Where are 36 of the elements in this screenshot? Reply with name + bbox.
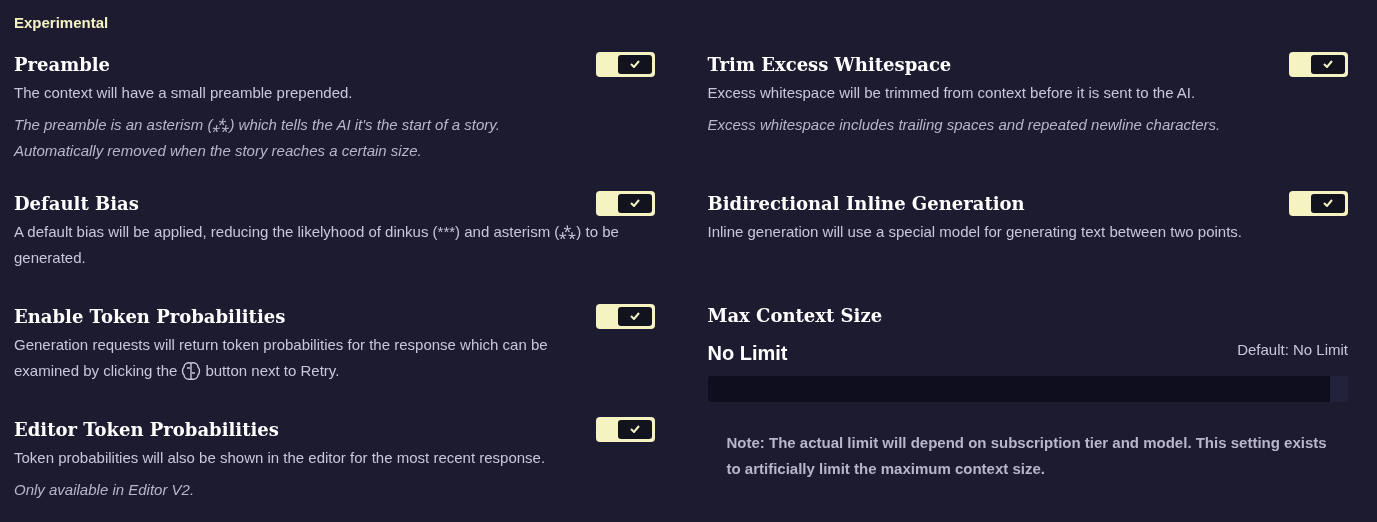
setting-description: Token probabilities will also be shown in the editor for the most recent response. <box>14 447 547 468</box>
setting-note: Note: The actual limit will depend on subscription tier and model. This setting exists to artificially limit the maximum context size. <box>725 432 1328 479</box>
setting-title: Editor Token Probabilities <box>14 417 279 442</box>
setting-note: Only available in Editor V2. <box>14 479 196 500</box>
setting-description: button next to Retry. <box>205 360 340 381</box>
toggle-switch[interactable] <box>1289 190 1348 216</box>
brain-icon <box>181 360 202 381</box>
setting-title: Default Bias <box>14 191 139 216</box>
setting-description: The context will have a small preamble prepended. <box>14 82 354 103</box>
setting-title: Trim Excess Whitespace <box>707 52 952 77</box>
section-title: Experimental <box>14 13 110 33</box>
toggle-switch[interactable] <box>595 190 655 216</box>
setting-description: Generation requests will return token probabilities for the response which can be <box>14 334 549 355</box>
check-icon <box>1323 199 1333 207</box>
check-icon <box>629 312 640 320</box>
setting-title: Enable Token Probabilities <box>14 304 286 329</box>
setting-description: Excess whitespace will be trimmed from context before it is sent to the AI. <box>707 82 1197 103</box>
setting-description: A default bias will be applied, reducing the likelyhood of dinkus (***) and asterism (⁂) to be generated. <box>14 221 620 268</box>
check-icon <box>629 425 640 433</box>
check-icon <box>1323 60 1333 68</box>
toggle-switch[interactable] <box>595 303 655 329</box>
toggle-switch[interactable] <box>1289 51 1348 77</box>
setting-note: Automatically removed when the story reaches a certain size. <box>14 140 423 161</box>
setting-description: examined by clicking the <box>14 360 178 381</box>
check-icon <box>629 199 640 207</box>
setting-note: The preamble is an asterism (⁂) which tells the AI it's the start of a story. <box>14 114 501 135</box>
setting-title: Preamble <box>14 52 111 77</box>
setting-note: Excess whitespace includes trailing spaces and repeated newline characters. <box>707 114 1222 135</box>
setting-title: Bidirectional Inline Generation <box>707 191 1025 216</box>
setting-description: Inline generation will use a special model for generating text between two points. <box>707 221 1243 242</box>
toggle-switch[interactable] <box>595 51 655 77</box>
setting-title: Max Context Size <box>707 303 884 328</box>
default-value: Default: No Limit <box>1237 340 1348 360</box>
check-icon <box>629 60 640 68</box>
toggle-switch[interactable] <box>595 416 655 442</box>
slider-value: No Limit <box>707 340 788 366</box>
